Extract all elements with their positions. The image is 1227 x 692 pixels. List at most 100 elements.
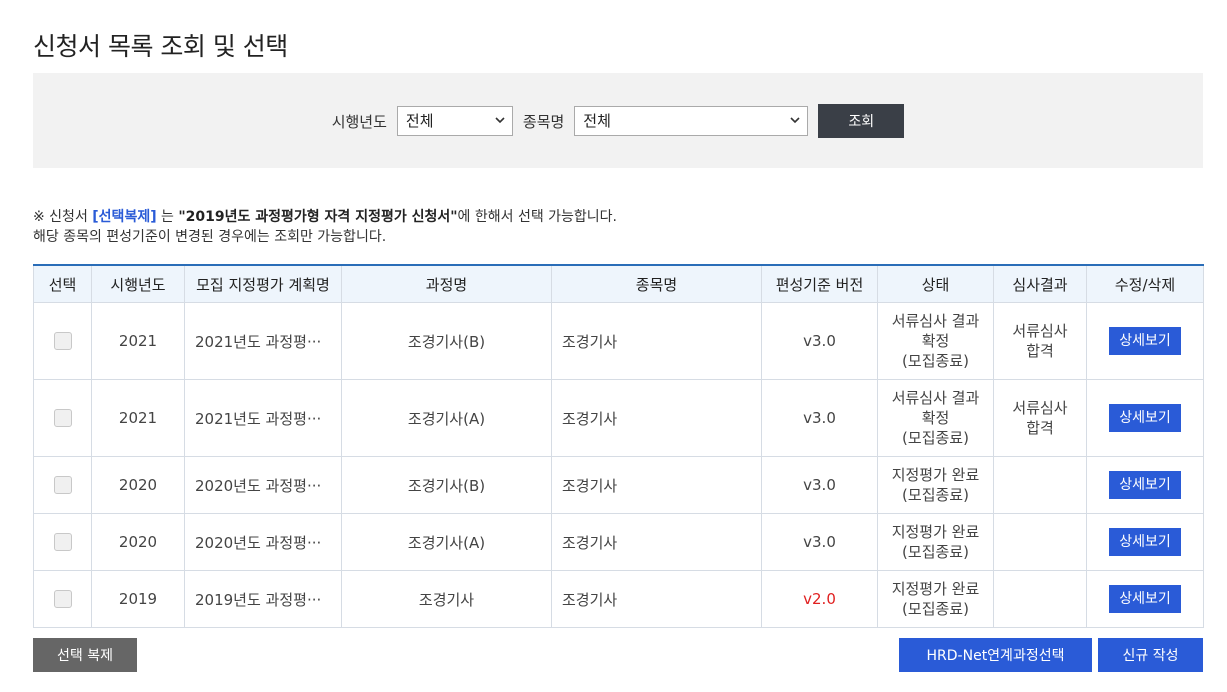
- search-panel: 시행년도 전체 종목명 전체 조회: [33, 73, 1203, 168]
- row-item: 조경기사: [551, 570, 762, 628]
- row-status: 서류심사 결과확정 (모집종료): [877, 379, 994, 457]
- year-label: 시행년도: [331, 112, 387, 131]
- row-item: 조경기사: [551, 513, 762, 571]
- item-select[interactable]: 전체: [574, 106, 809, 136]
- status-line: 확정: [921, 332, 950, 350]
- row-checkbox[interactable]: [53, 332, 72, 351]
- page-title: 신청서 목록 조회 및 선택: [33, 31, 288, 61]
- notice-line-2: 해당 종목의 편성기준이 변경된 경우에는 조회만 가능합니다.: [33, 229, 387, 245]
- header-item: 종목명: [551, 264, 762, 303]
- row-select-cell: [33, 379, 92, 457]
- status-line: 서류심사 결과: [891, 389, 980, 407]
- search-button[interactable]: 조회: [818, 104, 905, 138]
- notice-mid: 는: [156, 209, 179, 225]
- row-checkbox[interactable]: [53, 590, 72, 609]
- row-select-cell: [33, 513, 92, 571]
- row-status: 지정평가 완료 (모집종료): [877, 456, 994, 514]
- row-actions: 상세보기: [1086, 379, 1204, 457]
- row-select-cell: [33, 570, 92, 628]
- notice-highlight: [선택복제]: [92, 209, 157, 225]
- status-line: 서류심사 결과: [891, 312, 980, 330]
- header-actions: 수정/삭제: [1086, 264, 1204, 303]
- header-select: 선택: [33, 264, 92, 303]
- result-line: 서류심사: [1012, 322, 1068, 340]
- item-label: 종목명: [522, 112, 565, 131]
- copy-selected-button[interactable]: 선택 복제: [33, 638, 137, 672]
- row-item: 조경기사: [551, 456, 762, 514]
- status-line: 지정평가 완료: [891, 466, 980, 484]
- status-line: (모집종료): [902, 352, 969, 370]
- hrd-net-course-select-button[interactable]: HRD-Net연계과정선택: [899, 638, 1092, 672]
- notice-line-1: ※ 신청서 [선택복제] 는 "2019년도 과정평가형 자격 지정평가 신청서…: [33, 207, 617, 227]
- row-actions: 상세보기: [1086, 513, 1204, 571]
- row-course: 조경기사(A): [341, 379, 552, 457]
- header-year: 시행년도: [91, 264, 185, 303]
- row-status: 서류심사 결과확정 (모집종료): [877, 302, 994, 380]
- table-row: 2020 2020년도 과정평··· 조경기사(A) 조경기사 v3.0 지정평…: [33, 513, 1204, 571]
- row-course: 조경기사(B): [341, 456, 552, 514]
- row-result: [993, 570, 1087, 628]
- row-status: 지정평가 완료 (모집종료): [877, 570, 994, 628]
- row-year: 2019: [91, 570, 185, 628]
- table-header-row: 선택 시행년도 모집 지정평가 계획명 과정명 종목명 편성기준 버전 상태 심…: [33, 264, 1204, 303]
- status-line: 지정평가 완료: [891, 523, 980, 541]
- row-plan: 2021년도 과정평···: [184, 379, 342, 457]
- row-year: 2021: [91, 302, 185, 380]
- result-line: 서류심사: [1012, 399, 1068, 417]
- row-version: v3.0: [761, 513, 878, 571]
- row-version: v3.0: [761, 379, 878, 457]
- chevron-down-icon: [495, 117, 505, 124]
- result-line: 합격: [1026, 419, 1054, 437]
- row-plan: 2020년도 과정평···: [184, 456, 342, 514]
- chevron-down-icon: [790, 117, 800, 124]
- status-line: 확정: [921, 409, 950, 427]
- row-status: 지정평가 완료 (모집종료): [877, 513, 994, 571]
- table-row: 2019 2019년도 과정평··· 조경기사 조경기사 v2.0 지정평가 완…: [33, 570, 1204, 628]
- result-line: 합격: [1026, 342, 1054, 360]
- detail-button[interactable]: 상세보기: [1109, 585, 1181, 613]
- row-year: 2020: [91, 456, 185, 514]
- header-result: 심사결과: [993, 264, 1087, 303]
- new-application-button[interactable]: 신규 작성: [1098, 638, 1203, 672]
- row-course: 조경기사(A): [341, 513, 552, 571]
- row-actions: 상세보기: [1086, 302, 1204, 380]
- row-item: 조경기사: [551, 302, 762, 380]
- row-checkbox[interactable]: [53, 476, 72, 495]
- row-plan: 2019년도 과정평···: [184, 570, 342, 628]
- detail-button[interactable]: 상세보기: [1109, 327, 1181, 355]
- row-version: v3.0: [761, 302, 878, 380]
- year-select[interactable]: 전체: [396, 106, 513, 136]
- search-row: 시행년도 전체 종목명 전체 조회: [33, 104, 1203, 138]
- header-plan: 모집 지정평가 계획명: [184, 264, 342, 303]
- application-table: 선택 시행년도 모집 지정평가 계획명 과정명 종목명 편성기준 버전 상태 심…: [33, 264, 1204, 628]
- detail-button[interactable]: 상세보기: [1109, 471, 1181, 499]
- row-year: 2020: [91, 513, 185, 571]
- row-result: 서류심사합격: [993, 302, 1087, 380]
- table-row: 2021 2021년도 과정평··· 조경기사(A) 조경기사 v3.0 서류심…: [33, 379, 1204, 457]
- detail-button[interactable]: 상세보기: [1109, 404, 1181, 432]
- row-item: 조경기사: [551, 379, 762, 457]
- detail-button[interactable]: 상세보기: [1109, 528, 1181, 556]
- row-result: [993, 456, 1087, 514]
- row-result: [993, 513, 1087, 571]
- status-line: (모집종료): [902, 486, 969, 504]
- row-select-cell: [33, 456, 92, 514]
- header-version: 편성기준 버전: [761, 264, 878, 303]
- row-version: v3.0: [761, 456, 878, 514]
- row-checkbox[interactable]: [53, 533, 72, 552]
- row-select-cell: [33, 302, 92, 380]
- row-course: 조경기사: [341, 570, 552, 628]
- table-row: 2021 2021년도 과정평··· 조경기사(B) 조경기사 v3.0 서류심…: [33, 302, 1204, 380]
- table-row: 2020 2020년도 과정평··· 조경기사(B) 조경기사 v3.0 지정평…: [33, 456, 1204, 514]
- status-line: (모집종료): [902, 600, 969, 618]
- row-year: 2021: [91, 379, 185, 457]
- header-status: 상태: [877, 264, 994, 303]
- row-actions: 상세보기: [1086, 570, 1204, 628]
- row-course: 조경기사(B): [341, 302, 552, 380]
- status-line: (모집종료): [902, 429, 969, 447]
- row-checkbox[interactable]: [53, 409, 72, 428]
- header-course: 과정명: [341, 264, 552, 303]
- notice-prefix: ※ 신청서: [33, 209, 93, 225]
- row-version: v2.0: [761, 570, 878, 628]
- row-result: 서류심사합격: [993, 379, 1087, 457]
